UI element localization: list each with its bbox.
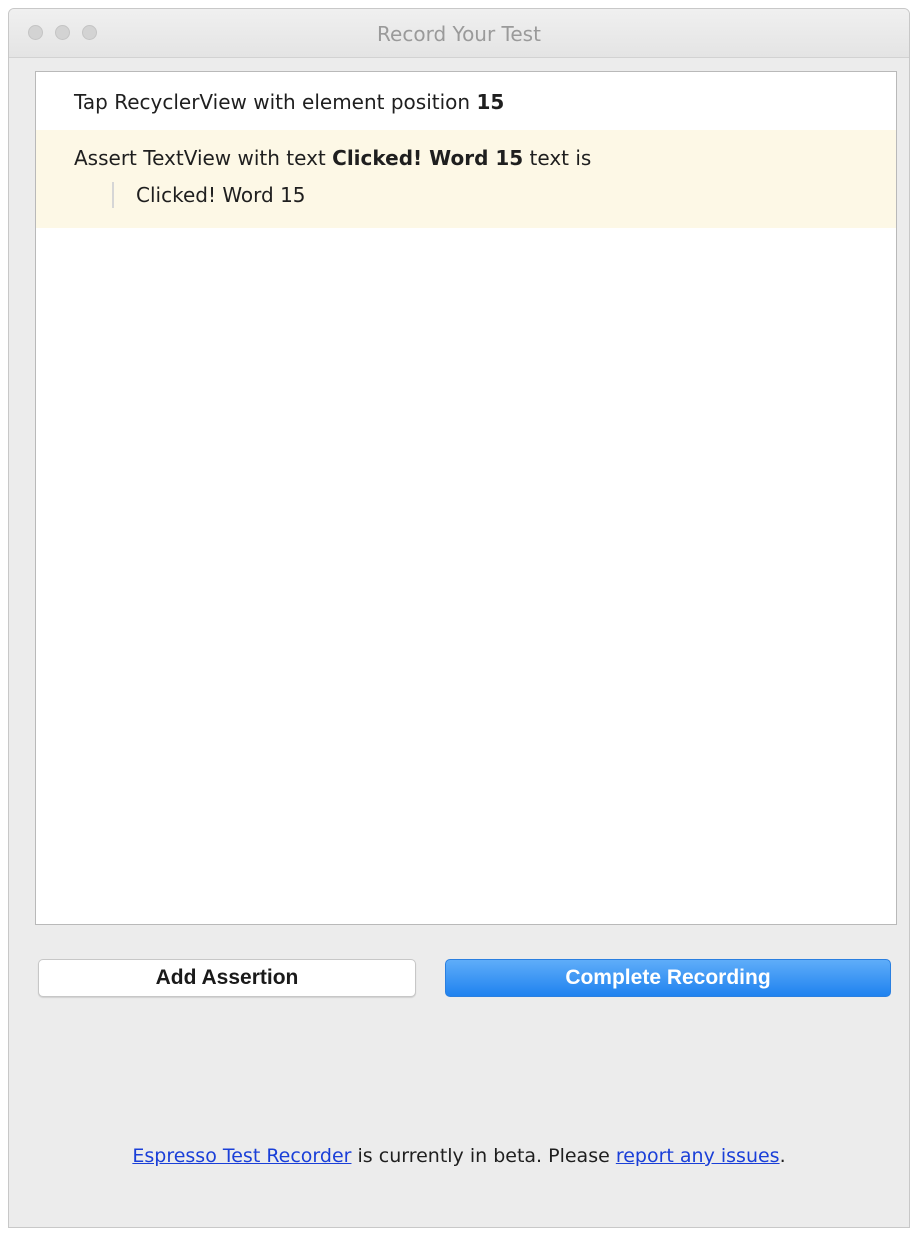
recorder-window: Record Your Test Tap RecyclerView with e… [8,8,910,1228]
add-assertion-button[interactable]: Add Assertion [38,959,416,997]
window-title: Record Your Test [377,22,541,46]
recorded-step-assert[interactable]: Assert TextView with text Clicked! Word … [36,130,896,228]
step-action-value: 15 [476,90,505,114]
recorded-steps-list[interactable]: Tap RecyclerView with element position 1… [35,71,897,925]
beta-notice-text: is currently in beta. Please [351,1145,616,1167]
beta-notice-end: . [779,1145,786,1167]
complete-recording-button[interactable]: Complete Recording [445,959,891,997]
beta-notice: Espresso Test Recorder is currently in b… [9,1145,909,1167]
step-action-text: Tap RecyclerView with element position [74,90,477,114]
step-action-value: Clicked! Word 15 [332,146,524,170]
assertion-detail: Clicked! Word 15 [112,182,858,208]
recorded-step-tap[interactable]: Tap RecyclerView with element position 1… [36,72,896,130]
report-issues-link[interactable]: report any issues [616,1145,780,1167]
step-action-text: Assert TextView with text [74,146,333,170]
title-bar: Record Your Test [9,9,909,58]
step-action-suffix: text is [523,146,592,170]
espresso-test-recorder-link[interactable]: Espresso Test Recorder [132,1145,351,1167]
